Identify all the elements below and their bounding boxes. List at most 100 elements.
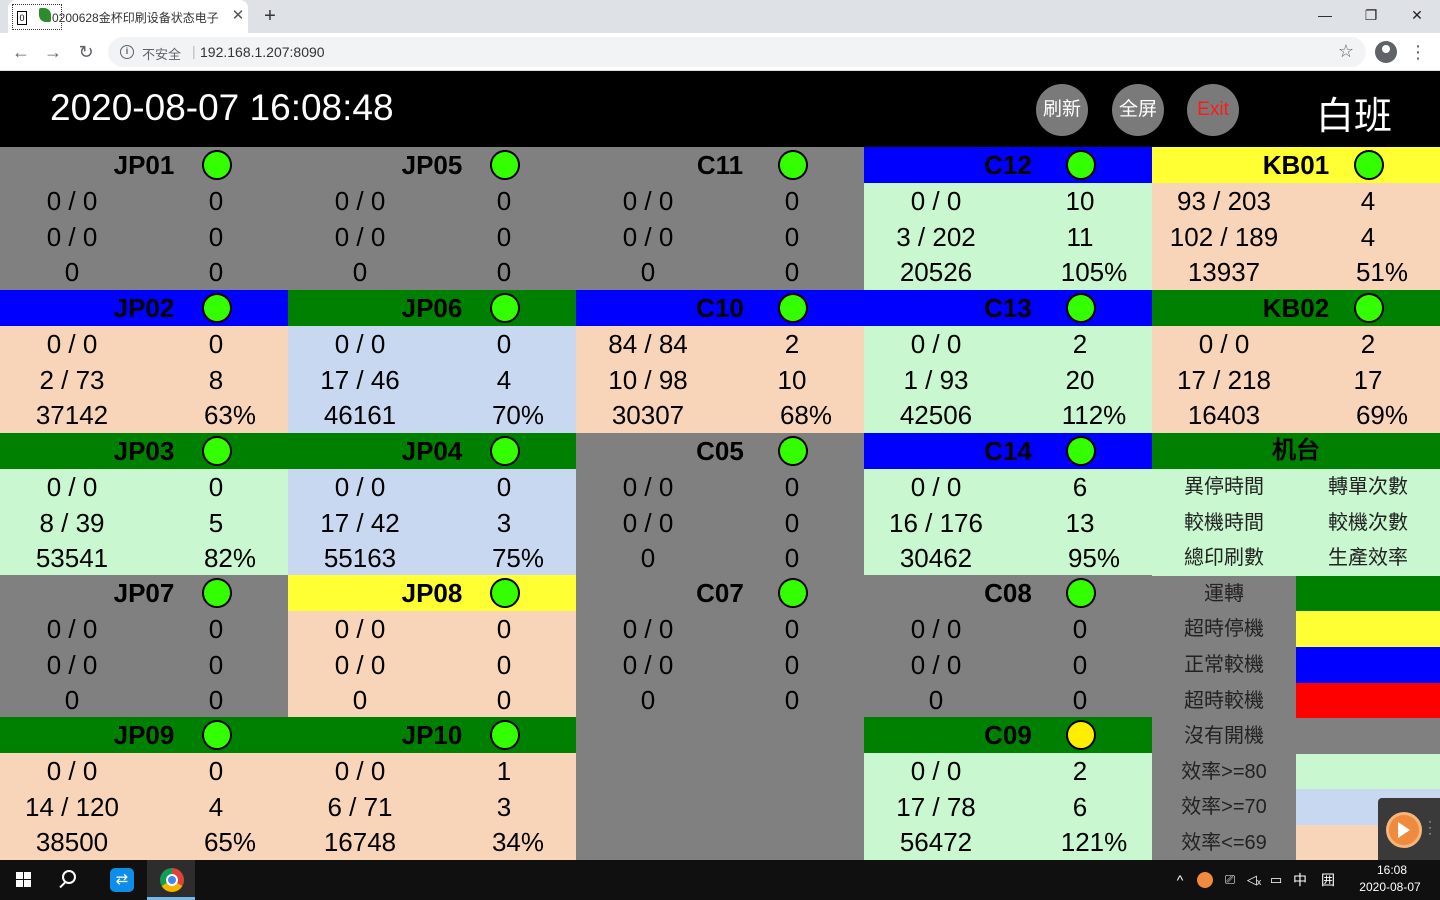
- machine-cell-jp05[interactable]: JP05 0 / 0 0 0 / 0 0 0 0: [288, 147, 576, 290]
- volume-muted-icon[interactable]: ◁ₓ: [1244, 860, 1264, 900]
- calibrate-time-value: 0 / 0: [622, 222, 674, 252]
- order-switch-count: 0: [784, 472, 800, 502]
- machine-name: C12: [984, 150, 1032, 180]
- legend-color-swatch: [1296, 647, 1440, 683]
- status-lamp-icon: [490, 436, 520, 466]
- machine-status-header: JP01: [0, 147, 288, 183]
- efficiency-value: 82%: [203, 543, 257, 573]
- machine-cell-jp04[interactable]: JP04 0 / 0 0 17 / 42 3 55163 75%: [288, 433, 576, 575]
- calibrate-time-value: 17 / 78: [896, 792, 976, 822]
- machine-cell-jp07[interactable]: JP07 0 / 0 0 0 / 0 0 0 0: [0, 575, 288, 717]
- efficiency-value: 0: [1072, 685, 1088, 715]
- machine-stats: 0 / 0 0 0 / 0 0 0 0: [864, 611, 1152, 717]
- machine-cell-c10[interactable]: C10 84 / 84 2 10 / 98 10 30307 68%: [576, 290, 864, 433]
- machine-cell-jp09[interactable]: JP09 0 / 0 0 14 / 120 4 38500 65%: [0, 717, 288, 860]
- stop-vs-switch-value: 0 / 0: [910, 756, 962, 786]
- status-lamp-icon: [778, 436, 808, 466]
- status-lamp-icon: [778, 293, 808, 323]
- status-lamp-icon: [1354, 150, 1384, 180]
- tray-chevron-icon[interactable]: ^: [1170, 860, 1190, 900]
- clock-time[interactable]: 16:08: [1364, 863, 1420, 877]
- machine-status-header: C12: [864, 147, 1152, 183]
- order-switch-count: 0: [208, 329, 224, 359]
- calibrate-count: 0: [1072, 650, 1088, 680]
- machine-cell-c08[interactable]: C08 0 / 0 0 0 / 0 0 0 0: [864, 575, 1152, 717]
- address-bar[interactable]: i 不安全 | 192.168.1.207:8090 ☆: [108, 37, 1366, 67]
- efficiency-value: 34%: [491, 827, 545, 857]
- new-tab-button[interactable]: +: [258, 4, 282, 28]
- info-icon[interactable]: i: [120, 45, 134, 59]
- machine-cell-kb01[interactable]: KB01 93 / 203 4 102 / 189 4 13937 51%: [1152, 147, 1440, 290]
- bookmark-star-icon[interactable]: ☆: [1338, 41, 1354, 62]
- search-button[interactable]: [48, 860, 96, 900]
- machine-cell-jp02[interactable]: JP02 0 / 0 0 2 / 73 8 37142 63%: [0, 290, 288, 433]
- reload-button[interactable]: ↻: [73, 39, 99, 65]
- stop-vs-switch-value: 0 / 0: [910, 329, 962, 359]
- search-icon: [62, 870, 76, 884]
- machine-cell-jp06[interactable]: JP06 0 / 0 0 17 / 46 4 46161 70%: [288, 290, 576, 433]
- status-lamp-icon: [202, 578, 232, 608]
- calibrate-count: 0: [208, 222, 224, 252]
- total-print-count: 37142: [35, 400, 109, 430]
- notification-icon[interactable]: ▭: [1266, 860, 1286, 900]
- legend-item: 效率>=80: [1152, 754, 1440, 789]
- url-text[interactable]: 192.168.1.207:8090: [200, 44, 325, 60]
- machine-cell-c13[interactable]: C13 0 / 0 2 1 / 93 20 42506 112%: [864, 290, 1152, 433]
- calibrate-count: 20: [1065, 365, 1095, 395]
- machine-cell-jp01[interactable]: JP01 0 / 0 0 0 / 0 0 0 0: [0, 147, 288, 290]
- taskbar-chrome[interactable]: [147, 860, 195, 900]
- taskbar-teamviewer[interactable]: [98, 860, 146, 900]
- app-header: 2020-08-07 16:08:48 刷新 全屏 Exit 白班: [0, 71, 1440, 147]
- efficiency-value: 0: [784, 685, 800, 715]
- legend-item-label: 效率<=69: [1181, 832, 1267, 854]
- machine-cell-jp03[interactable]: JP03 0 / 0 0 8 / 39 5 53541 82%: [0, 433, 288, 575]
- machine-cell-c05[interactable]: C05 0 / 0 0 0 / 0 0 0 0: [576, 433, 864, 575]
- clock-date[interactable]: 2020-08-07: [1352, 880, 1428, 894]
- ime-indicator[interactable]: 中: [1290, 860, 1310, 900]
- forward-button[interactable]: →: [40, 39, 66, 65]
- total-print-count: 0: [928, 685, 944, 715]
- maximize-button[interactable]: ❐: [1348, 0, 1394, 30]
- more-icon[interactable]: · · ·: [1428, 815, 1432, 839]
- close-window-button[interactable]: ✕: [1394, 0, 1440, 30]
- shift-label: 白班: [1316, 96, 1393, 138]
- start-button[interactable]: [0, 860, 48, 900]
- tray-app-icon[interactable]: [1196, 860, 1214, 900]
- browser-menu-icon[interactable]: ⋮: [1408, 39, 1428, 65]
- status-lamp-icon: [1066, 578, 1096, 608]
- machine-status-header: JP09: [0, 717, 288, 753]
- machine-cell-jp10[interactable]: JP10 0 / 0 1 6 / 71 3 16748 34%: [288, 717, 576, 860]
- network-icon[interactable]: ⎚: [1220, 860, 1240, 900]
- browser-tab[interactable]: 0 0200628金杯印刷设备状态电子 ✕: [8, 0, 248, 33]
- machine-cell-c14[interactable]: C14 0 / 0 6 16 / 176 13 30462 95%: [864, 433, 1152, 575]
- machine-cell-c07[interactable]: C07 0 / 0 0 0 / 0 0 0 0: [576, 575, 864, 717]
- machine-status-header: JP06: [288, 290, 576, 326]
- machine-cell-c11[interactable]: C11 0 / 0 0 0 / 0 0 0 0: [576, 147, 864, 290]
- ime-mode-icon[interactable]: 囲: [1318, 860, 1338, 900]
- calibrate-time-value: 0 / 0: [334, 222, 386, 252]
- exit-button[interactable]: Exit: [1187, 84, 1239, 136]
- media-player-widget[interactable]: · · ·: [1378, 798, 1440, 860]
- order-switch-count: 10: [1065, 186, 1095, 216]
- legend-item-label: 運轉: [1204, 583, 1244, 605]
- machine-cell-kb02[interactable]: KB02 0 / 0 2 17 / 218 17 16403 69%: [1152, 290, 1440, 433]
- legend-item-label: 正常較機: [1184, 654, 1264, 676]
- machine-cell-c12[interactable]: C12 0 / 0 10 3 / 202 11 20526 105%: [864, 147, 1152, 290]
- machine-status-header: C08: [864, 575, 1152, 611]
- legend-color-swatch: [1296, 576, 1440, 611]
- tab-close-icon[interactable]: ✕: [228, 6, 248, 26]
- refresh-button[interactable]: 刷新: [1036, 84, 1088, 136]
- minimize-button[interactable]: —: [1302, 0, 1348, 30]
- machine-cell-jp08[interactable]: JP08 0 / 0 0 0 / 0 0 0 0: [288, 575, 576, 717]
- back-button[interactable]: ←: [8, 39, 34, 65]
- machine-cell-c09[interactable]: C09 0 / 0 2 17 / 78 6 56472 121%: [864, 717, 1152, 860]
- calibrate-time-value: 0 / 0: [46, 222, 98, 252]
- browser-toolbar: ← → ↻ i 不安全 | 192.168.1.207:8090 ☆ ⋮: [0, 33, 1440, 71]
- machine-name: JP05: [401, 150, 463, 180]
- play-icon[interactable]: [1398, 822, 1410, 838]
- account-icon[interactable]: [1375, 41, 1397, 63]
- fullscreen-button[interactable]: 全屏: [1112, 84, 1164, 136]
- legend-panel: 机台 異停時間 轉單次數 較機時間 較機次數 總印刷數 生產效率 運轉 超時停機正…: [1152, 433, 1440, 860]
- calibrate-time-value: 0 / 0: [910, 650, 962, 680]
- order-switch-count: 0: [208, 756, 224, 786]
